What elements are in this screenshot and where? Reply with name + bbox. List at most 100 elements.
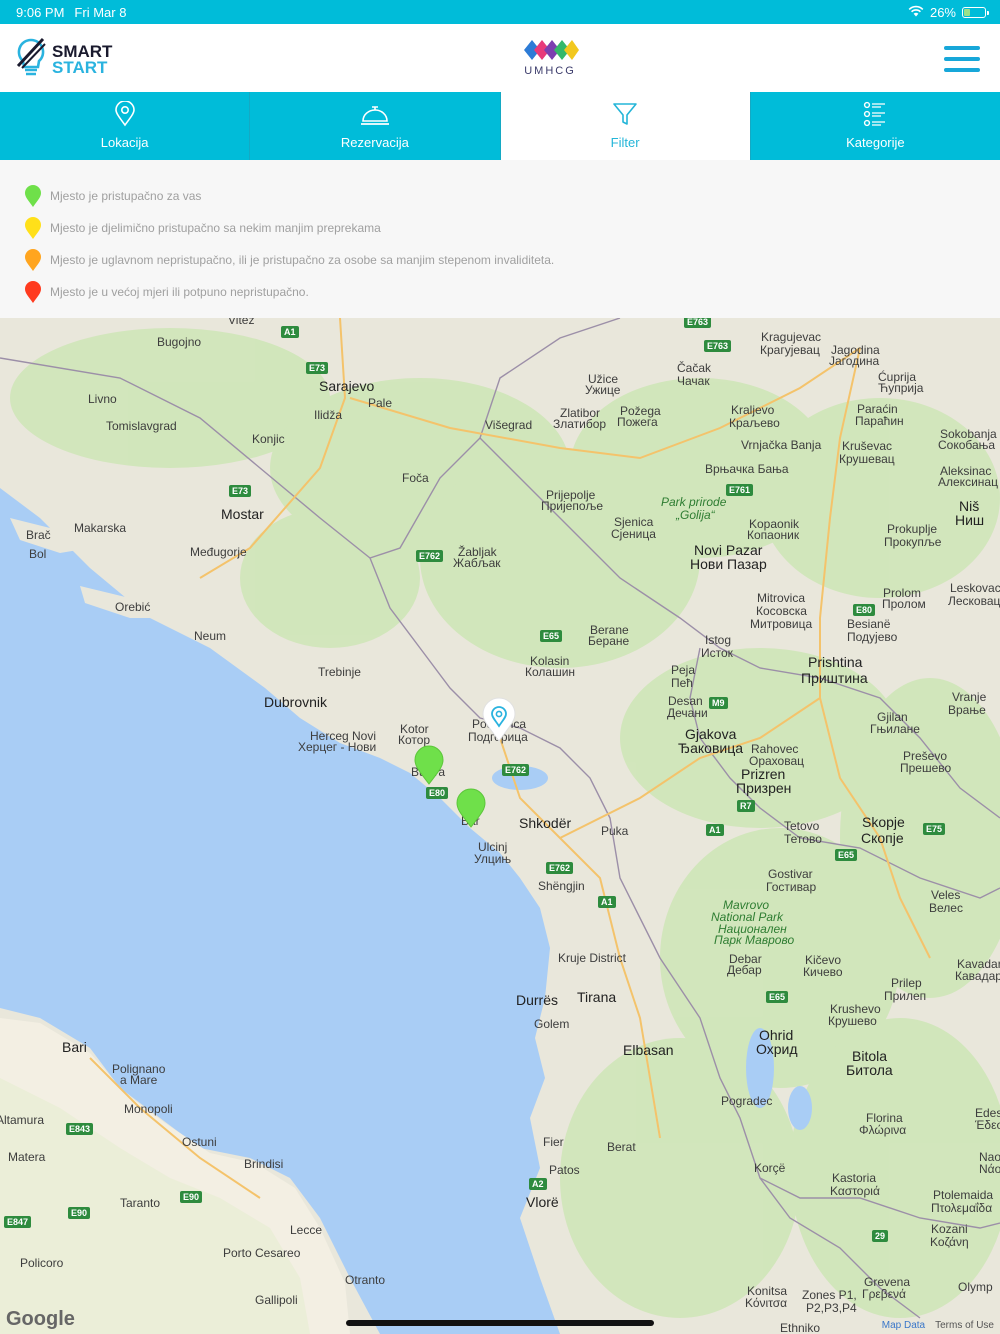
map-label: Tomislavgrad: [106, 419, 177, 433]
map-label: Patos: [549, 1163, 580, 1177]
smart-start-logo[interactable]: SMART START: [14, 36, 112, 83]
map-label: Veles: [931, 888, 961, 902]
map-label: Bari: [62, 1039, 87, 1055]
road-shield: E762: [416, 550, 444, 562]
map-label: Νάουσα: [979, 1162, 1000, 1176]
map-label: Параћин: [855, 414, 904, 428]
map-label: Φλώρινα: [859, 1123, 907, 1137]
map-label: Πτολεμαΐδα: [931, 1201, 993, 1215]
map-label: Γρεβενά: [862, 1287, 906, 1301]
map-label: Kruje District: [558, 951, 627, 965]
map-label: Skopje: [862, 814, 905, 830]
road-shield: A1: [706, 824, 724, 836]
road-shield: E763: [704, 340, 732, 352]
map-label: Taranto: [120, 1196, 161, 1210]
legend-item-inaccessible: Mjesto je u većoj mjeri ili potpuno nepr…: [0, 276, 1000, 308]
legend-item-accessible: Mjesto je pristupačno za vas: [0, 180, 1000, 212]
map-label: Bol: [29, 547, 47, 561]
map-label: Lecce: [290, 1223, 323, 1237]
map-label: Gjakova: [685, 726, 737, 742]
road-shield: E80: [853, 604, 876, 616]
map-label: Чачак: [677, 374, 710, 388]
map-label: Puka: [601, 824, 629, 838]
hamburger-menu-button[interactable]: [944, 46, 980, 72]
map-label: Mostar: [221, 506, 264, 522]
logo-text-start: START: [52, 57, 108, 77]
map-label: Međugorje: [190, 545, 247, 559]
orange-pin-icon: [25, 249, 41, 271]
map-label: Bugojno: [157, 335, 202, 349]
map-label: Ужице: [585, 383, 621, 397]
map-label: Жабљак: [453, 556, 501, 570]
road-shield: E73: [229, 485, 252, 497]
map-label: Prizren: [741, 766, 786, 782]
map-label: Vrnjačka Banja: [741, 438, 822, 452]
battery-icon: [962, 6, 989, 18]
map-label: a Mare: [120, 1073, 158, 1087]
tab-lokacija[interactable]: Lokacija: [0, 92, 251, 160]
map-label: Прилеп: [884, 989, 927, 1003]
map-label: Битола: [846, 1062, 893, 1078]
map-label: Elbasan: [623, 1042, 674, 1058]
tab-kategorije[interactable]: Kategorije: [750, 92, 1000, 160]
map-label: Гостивар: [766, 880, 817, 894]
map-label: Дечани: [667, 706, 708, 720]
legend-item-partial: Mjesto je djelimično pristupačno sa neki…: [0, 212, 1000, 244]
map-label: Pale: [368, 396, 393, 410]
road-shield: E65: [835, 849, 858, 861]
map-label: Јагодина: [829, 354, 880, 368]
legend-item-mostly-inaccessible: Mjesto je uglavnom nepristupačno, ili je…: [0, 244, 1000, 276]
map-marker-accessible[interactable]: [413, 745, 445, 785]
map-label: Niš: [959, 498, 980, 514]
map-label: Кавадар: [955, 969, 1000, 983]
map-label: Копаоник: [747, 528, 800, 542]
terms-of-use-link[interactable]: Terms of Use: [935, 1320, 994, 1331]
map-label: Shkodër: [519, 815, 572, 831]
map-label: Ниш: [955, 512, 985, 528]
map-view[interactable]: Vitez Bugojno Livno Tomislavgrad Sarajev…: [0, 318, 1000, 1334]
road-shield: E75: [923, 823, 946, 835]
map-label: Краљево: [729, 416, 780, 430]
road-shield: E761: [726, 484, 754, 496]
map-label: Prilep: [891, 976, 922, 990]
legend-text: Mjesto je pristupačno za vas: [50, 189, 202, 203]
map-label: Приштина: [801, 670, 868, 686]
road-shield: E763: [684, 318, 712, 328]
tab-rezervacija[interactable]: Rezervacija: [250, 92, 501, 160]
map-label: Altamura: [0, 1113, 45, 1127]
map-label: Fier: [543, 1135, 564, 1149]
service-bell-icon: [360, 106, 389, 125]
tab-label: Kategorije: [846, 135, 905, 150]
lightbulb-logo-icon: [14, 36, 48, 83]
tab-filter[interactable]: Filter: [500, 92, 751, 160]
map-label: Golem: [534, 1017, 570, 1031]
map-label: Κοζάνη: [930, 1235, 969, 1249]
map-label: Врњачка Бања: [705, 462, 789, 476]
map-data-link[interactable]: Map Data: [882, 1320, 925, 1331]
map-label: Peja: [671, 663, 696, 677]
legend-text: Mjesto je uglavnom nepristupačno, ili je…: [50, 253, 555, 267]
map-label: Ptolemaida: [933, 1188, 994, 1202]
map-label: Призрен: [736, 780, 792, 796]
map-label: Tetovo: [784, 819, 820, 833]
map-label: Otranto: [345, 1273, 386, 1287]
map-label: Подујево: [847, 630, 898, 644]
map-label: Тетово: [784, 832, 822, 846]
legend-text: Mjesto je djelimično pristupačno sa neki…: [50, 221, 381, 235]
road-shield: E762: [546, 862, 574, 874]
map-label: Kastoria: [832, 1171, 877, 1185]
current-location-marker[interactable]: [480, 696, 518, 742]
map-label: Novi Pazar: [694, 542, 763, 558]
map-label: Trebinje: [318, 665, 361, 679]
road-shield: A2: [529, 1178, 547, 1190]
map-marker-accessible[interactable]: [455, 788, 487, 828]
map-label: Livno: [88, 392, 117, 406]
map-label: Policoro: [20, 1256, 64, 1270]
umhcg-logo-mark: [524, 40, 579, 60]
map-label: Shëngjin: [538, 879, 585, 893]
map-label: Berat: [607, 1140, 636, 1154]
battery-percent: 26%: [929, 4, 956, 20]
location-pin-icon: [114, 101, 135, 127]
map-label: Златибор: [553, 417, 607, 431]
map-label: Sarajevo: [319, 378, 375, 394]
